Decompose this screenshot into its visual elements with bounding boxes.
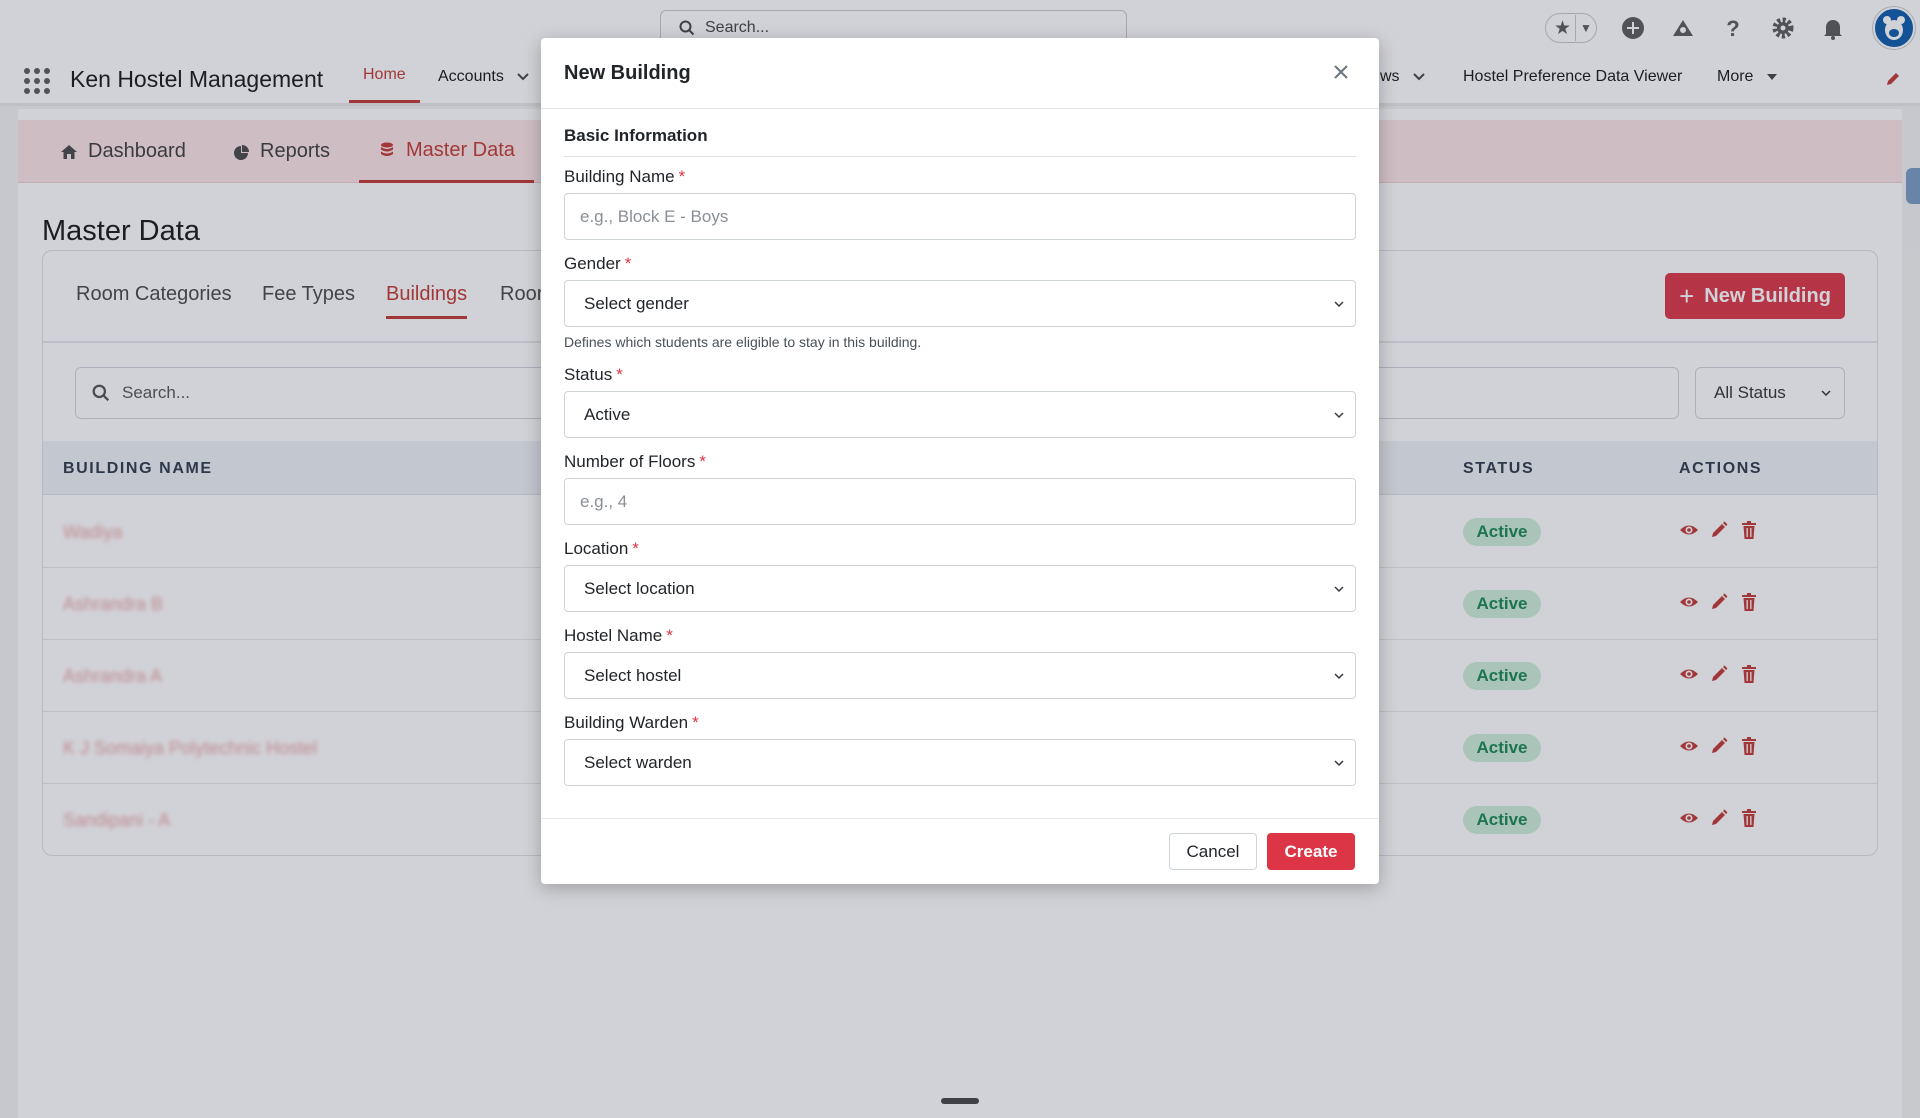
floors-input[interactable]: e.g., 4 xyxy=(564,478,1356,525)
hostel-name-select[interactable]: Select hostel xyxy=(564,652,1356,699)
chevron-down-icon xyxy=(1334,672,1344,679)
status-value: Active xyxy=(584,404,631,424)
warden-select[interactable]: Select warden xyxy=(564,739,1356,786)
cancel-button[interactable]: Cancel xyxy=(1169,833,1257,870)
modal-footer: Cancel Create xyxy=(541,818,1379,884)
gender-helper-text: Defines which students are eligible to s… xyxy=(564,334,922,350)
building-name-placeholder: e.g., Block E - Boys xyxy=(580,206,729,226)
label-text: Hostel Name xyxy=(564,626,663,645)
modal-title: New Building xyxy=(564,62,691,84)
gender-label: Gender * xyxy=(564,254,631,274)
gender-value: Select gender xyxy=(584,293,689,313)
building-name-label: Building Name * xyxy=(564,167,685,187)
required-marker: * xyxy=(692,713,699,732)
gender-select[interactable]: Select gender xyxy=(564,280,1356,327)
section-title-basic-information: Basic Information xyxy=(564,126,1356,157)
close-icon[interactable] xyxy=(1331,62,1351,82)
chevron-down-icon xyxy=(1334,585,1344,592)
location-label: Location * xyxy=(564,539,639,559)
floors-placeholder: e.g., 4 xyxy=(580,491,628,511)
status-label: Status * xyxy=(564,365,623,385)
location-select[interactable]: Select location xyxy=(564,565,1356,612)
label-text: Building Warden xyxy=(564,713,689,732)
location-value: Select location xyxy=(584,578,695,598)
label-text: Number of Floors xyxy=(564,452,696,471)
label-text: Building Name xyxy=(564,167,675,186)
required-marker: * xyxy=(616,365,623,384)
create-button[interactable]: Create xyxy=(1267,833,1355,870)
required-marker: * xyxy=(678,167,686,186)
hostel-name-value: Select hostel xyxy=(584,665,682,685)
label-text: Location xyxy=(564,539,629,558)
new-building-modal: New Building Basic Information Building … xyxy=(541,38,1379,884)
floors-label: Number of Floors * xyxy=(564,452,706,472)
required-marker: * xyxy=(624,254,632,273)
modal-header: New Building xyxy=(541,38,1379,109)
required-marker: * xyxy=(699,452,706,471)
warden-value: Select warden xyxy=(584,752,692,772)
warden-label: Building Warden * xyxy=(564,713,699,733)
chevron-down-icon xyxy=(1334,411,1344,418)
building-name-input[interactable]: e.g., Block E - Boys xyxy=(564,193,1356,240)
label-text: Status xyxy=(564,365,613,384)
chevron-down-icon xyxy=(1334,759,1344,766)
hostel-name-label: Hostel Name * xyxy=(564,626,673,646)
status-select[interactable]: Active xyxy=(564,391,1356,438)
required-marker: * xyxy=(666,626,673,645)
label-text: Gender xyxy=(564,254,621,273)
required-marker: * xyxy=(632,539,639,558)
chevron-down-icon xyxy=(1334,300,1344,307)
